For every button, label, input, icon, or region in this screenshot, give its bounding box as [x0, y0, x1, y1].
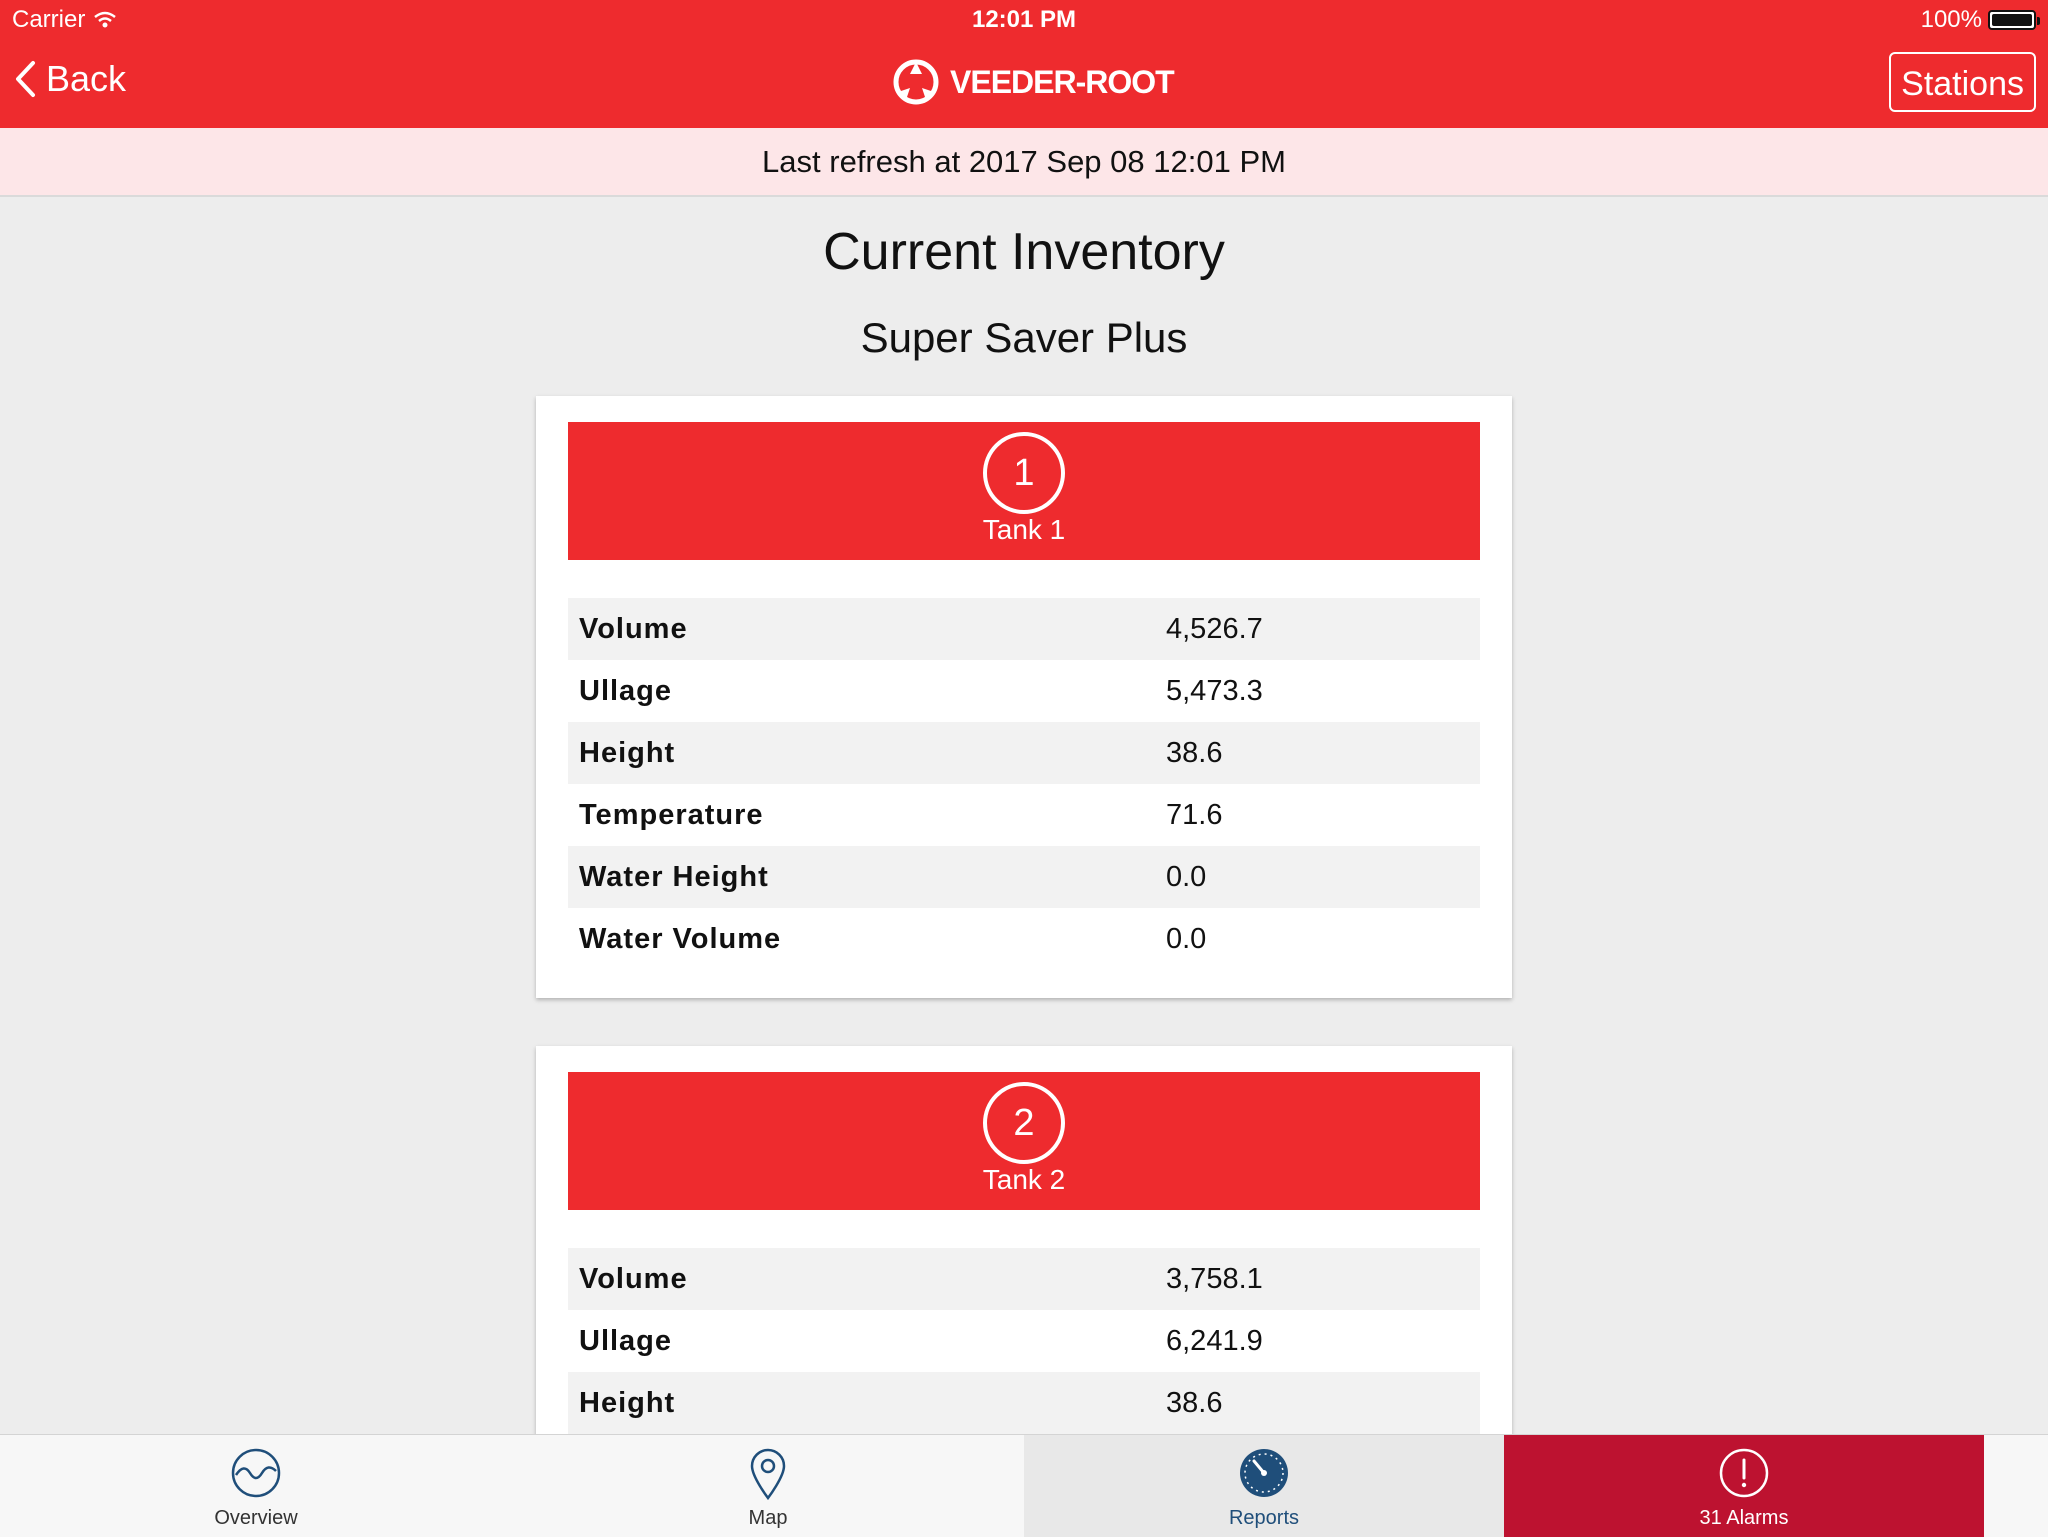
tank-card: 2 Tank 2 Volume 3,758.1 Ullage 6,241.9 Hei… — [536, 1046, 1512, 1466]
table-row: Ullage 5,473.3 — [568, 660, 1480, 722]
tank-header: 2 Tank 2 — [568, 1072, 1480, 1210]
row-label: Volume — [579, 1262, 688, 1295]
tank-number-badge: 2 — [983, 1082, 1065, 1164]
station-name: Super Saver Plus — [860, 314, 1188, 361]
row-value: 6,241.9 — [1166, 1324, 1263, 1357]
tank-inventory-table: Volume 4,526.7 Ullage 5,473.3 Height 38.6 T… — [568, 598, 1480, 970]
battery-icon — [1988, 10, 2040, 30]
alarm-exclamation-icon — [1719, 1448, 1769, 1498]
row-label: Water Volume — [579, 922, 782, 955]
reports-gauge-icon — [1240, 1449, 1288, 1497]
battery-indicator: 100% — [1920, 6, 2040, 34]
row-label: Volume — [579, 612, 688, 645]
row-value: 71.6 — [1166, 798, 1223, 831]
top-bar: Carrier 12:01 PM 100% Back VEEDER-ROOT S… — [0, 0, 2048, 128]
row-value: 0.0 — [1166, 922, 1207, 955]
back-button[interactable]: Back — [14, 58, 126, 100]
row-value: 5,473.3 — [1166, 674, 1263, 707]
row-value: 3,758.1 — [1166, 1262, 1263, 1295]
bottom-tab-bar: Overview Map Reports 31 Alarms — [0, 1434, 2048, 1537]
table-row: Water Height 0.0 — [568, 846, 1480, 908]
veeder-root-logo: VEEDER-ROOT — [892, 58, 1175, 106]
table-row: Height 38.6 — [568, 1372, 1480, 1434]
row-value: 4,526.7 — [1166, 612, 1263, 645]
stations-button[interactable]: Stations — [1889, 52, 2036, 112]
tab-alarms[interactable]: 31 Alarms — [1504, 1435, 1984, 1537]
map-pin-icon — [750, 1448, 786, 1501]
overview-wave-icon — [231, 1448, 281, 1498]
back-label: Back — [46, 58, 127, 99]
tank-number-badge: 1 — [983, 432, 1065, 514]
table-row: Water Volume 0.0 — [568, 908, 1480, 970]
row-label: Height — [579, 1386, 676, 1419]
row-label: Height — [579, 736, 676, 769]
logo-text: VEEDER-ROOT — [950, 63, 1175, 100]
tab-overview[interactable]: Overview — [0, 1435, 512, 1537]
last-refresh-banner: Last refresh at 2017 Sep 08 12:01 PM — [0, 128, 2048, 197]
veeder-root-logo-icon — [893, 59, 939, 105]
table-row: Temperature 71.6 — [568, 784, 1480, 846]
tank-inventory-table: Volume 3,758.1 Ullage 6,241.9 Height 38.6 — [568, 1248, 1480, 1434]
row-value: 0.0 — [1166, 860, 1207, 893]
row-label: Water Height — [579, 860, 769, 893]
tab-map-label: Map — [748, 1507, 788, 1529]
row-value: 38.6 — [1166, 736, 1223, 769]
tank-name: Tank 1 — [982, 514, 1066, 545]
status-time: 12:01 PM — [971, 6, 1077, 33]
tab-alarms-label: 31 Alarms — [1699, 1507, 1789, 1529]
back-chevron-icon — [16, 61, 35, 97]
tab-reports[interactable]: Reports — [1024, 1435, 1504, 1537]
table-row: Volume 3,758.1 — [568, 1248, 1480, 1310]
row-label: Ullage — [579, 1324, 673, 1357]
row-value: 38.6 — [1166, 1386, 1223, 1419]
page-title: Current Inventory — [823, 223, 1225, 281]
table-row: Ullage 6,241.9 — [568, 1310, 1480, 1372]
tab-reports-label: Reports — [1228, 1507, 1300, 1529]
tank-header: 1 Tank 1 — [568, 422, 1480, 560]
tab-map[interactable]: Map — [512, 1435, 1024, 1537]
table-row: Volume 4,526.7 — [568, 598, 1480, 660]
tank-card: 1 Tank 1 Volume 4,526.7 Ullage 5,473.3 Hei… — [536, 396, 1512, 998]
table-row: Height 38.6 — [568, 722, 1480, 784]
status-bar: Carrier 12:01 PM 100% — [0, 0, 2048, 40]
tab-overview-label: Overview — [214, 1507, 298, 1529]
row-label: Ullage — [579, 674, 673, 707]
row-label: Temperature — [579, 798, 764, 831]
battery-percent: 100% — [1920, 6, 1982, 33]
tank-name: Tank 2 — [982, 1164, 1066, 1195]
